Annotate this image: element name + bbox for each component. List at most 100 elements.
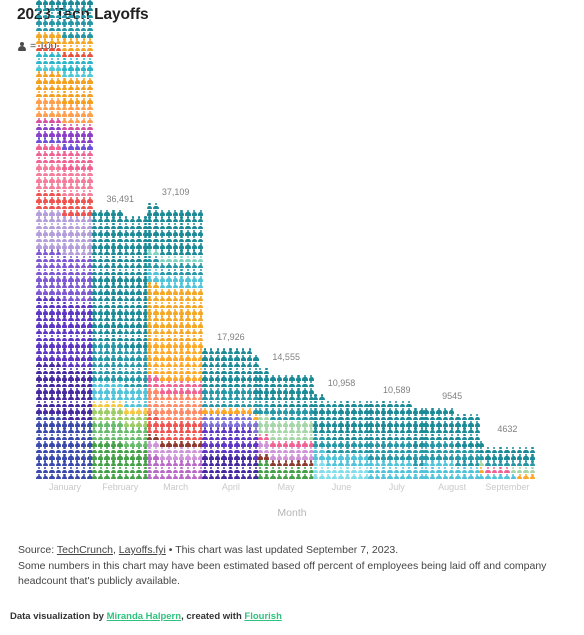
pictogram-icon [198,236,204,243]
pictogram-icon [198,275,204,283]
column-value-label: 36,491 [106,193,135,204]
column-value-label: 37,109 [161,187,190,198]
pictogram-icon [198,249,204,256]
pictogram-icon [87,84,94,91]
pictogram-icon [87,97,94,105]
x-tick-label: February [102,482,139,492]
icon-grid [478,440,536,480]
pictogram-icon [198,229,204,236]
pictogram-icon [87,110,94,118]
pictogram-icon [87,64,94,72]
pictogram-icon [474,434,481,441]
pictogram-icon [474,414,481,421]
pictogram-icon [198,341,204,349]
pictogram-icon [198,295,204,302]
pictogram-column[interactable]: 36,491 [91,194,149,480]
pictogram-icon [198,262,204,269]
pictogram-icon [87,143,94,151]
pictogram-icon [529,460,536,467]
pictogram-icon [153,203,160,210]
pictogram-icon [87,12,94,19]
pictogram-column[interactable]: 17,926 [202,332,260,480]
pictogram-column[interactable]: 14,555 [257,352,315,480]
source-link-layoffsfyi[interactable]: Layoffs.fyi [119,544,166,556]
pictogram-icon [87,5,94,12]
source-prefix: Source: [18,544,57,556]
pictogram-icon [87,117,94,124]
column-value-label: 10,958 [327,378,356,389]
pictogram-icon [253,361,260,368]
column-value-label: 4632 [497,424,518,435]
pictogram-column[interactable]: 10,958 [312,378,371,480]
pictogram-column[interactable]: 10,589 [368,385,426,480]
credit-middle: , created with [181,611,245,622]
pictogram-icon [87,203,94,210]
x-tick-label: May [277,482,295,492]
credit-author-link[interactable]: Miranda Halpern [107,611,181,622]
pictogram-icon [449,407,455,414]
pictogram-icon [87,163,94,171]
pictogram-icon [529,473,536,480]
pictogram-icon [198,282,204,289]
pictogram-icon [87,124,94,131]
pictogram-icon [87,91,94,98]
column-value-label: 10,589 [383,384,411,395]
column-value-label: 17,926 [217,332,245,343]
person-icon [17,41,26,52]
x-tick-label: April [221,482,240,492]
pictogram-icon [529,467,536,474]
pictogram-icon [198,308,204,316]
x-tick-label: September [485,482,530,492]
source-note: Source: TechCrunch, Layoffs.fyi • This c… [18,543,566,590]
pictogram-icon [308,387,315,395]
pictogram-icon [406,401,413,408]
pictogram-icon [87,176,94,184]
pictogram-icon [198,315,204,322]
pictogram-icon [478,440,485,447]
pictogram-icon [87,104,94,111]
pictogram-column[interactable]: 84,714 [36,0,94,480]
x-tick-label: June [331,482,352,492]
credit-tool-link[interactable]: Flourish [244,611,281,622]
x-tick-label: July [388,482,405,492]
pictogram-icon [87,0,94,5]
pictogram-icon [87,18,94,25]
pictogram-column[interactable]: 4632 [478,424,536,480]
pictogram-icon [87,170,94,177]
pictogram-icon [87,183,94,190]
icon-grid [312,394,371,480]
credit-prefix: Data visualization by [10,611,107,622]
x-tick-label: August [438,482,467,492]
source-suffix: • This chart was last updated September … [165,544,399,556]
pictogram-icon [198,269,204,276]
x-axis-labels: January February March April May June July Augu… [0,482,584,496]
pictogram-icon [263,368,270,375]
pictogram-icon [198,302,204,309]
icon-grid [257,368,315,480]
column-value-label: 14,555 [272,351,300,362]
pictogram-icon [198,223,204,230]
pictogram-icon [87,157,94,164]
pictogram-icon [87,38,94,45]
pictogram-icon [198,242,204,250]
pictogram-icon [198,216,204,223]
pictogram-icon [87,137,94,144]
pictogram-icon [198,209,204,217]
icon-grid [202,348,260,480]
pictogram-icon [246,348,253,355]
pictogram-column[interactable]: 37,109 [146,187,205,480]
pictogram-icon [87,130,94,138]
x-axis-title: Month [277,507,307,519]
credit-line: Data visualization by Miranda Halpern, c… [10,611,282,622]
pictogram-chart: 84,714 36,491 37,109 17,926 14,555 10,958 10,5… [0,0,584,480]
pictogram-icon [87,45,94,52]
pictogram-column[interactable]: 9545 [423,391,481,480]
icon-grid [368,401,426,480]
source-disclaimer: Some numbers in this chart may have been… [18,559,547,588]
pictogram-icon [87,150,94,157]
pictogram-icon [87,31,94,39]
pictogram-icon [198,321,204,329]
source-link-techcrunch[interactable]: TechCrunch [57,544,113,556]
pictogram-icon [529,447,536,454]
pictogram-icon [87,71,94,78]
